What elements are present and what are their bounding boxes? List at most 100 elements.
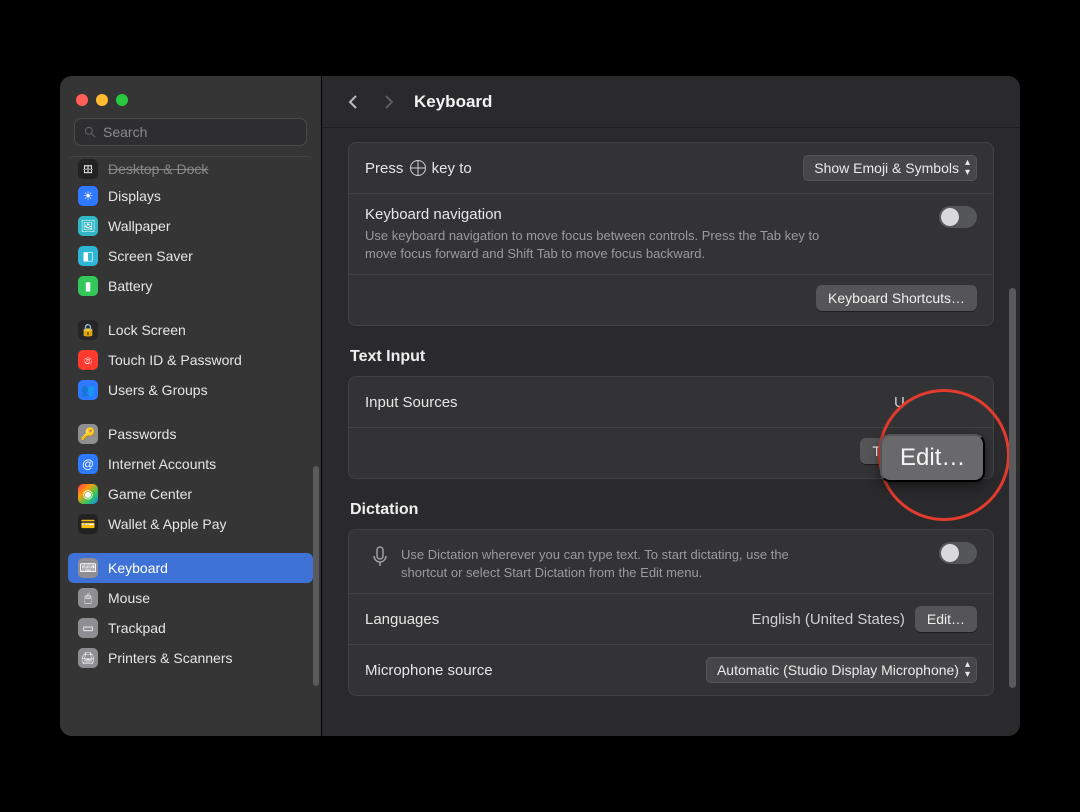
languages-value: English (United States)	[751, 611, 904, 628]
fingerprint-icon: ෧	[78, 350, 98, 370]
sidebar-item-label: Desktop & Dock	[108, 161, 208, 177]
printer-icon: 🖨	[78, 648, 98, 668]
at-icon: @	[78, 454, 98, 474]
sidebar-item-label: Displays	[108, 188, 161, 204]
wallet-icon: 💳	[78, 514, 98, 534]
sidebar-item-label: Users & Groups	[108, 382, 208, 398]
content-scrollbar[interactable]	[1009, 288, 1016, 688]
titlebar: Keyboard	[322, 76, 1020, 128]
main-pane: Keyboard Press key to Show Emoji & Symbo…	[322, 76, 1020, 736]
system-settings-window: ⊞ Desktop & Dock ☀ Displays 🖼 Wallpaper …	[60, 76, 1020, 736]
press-globe-popup[interactable]: Show Emoji & Symbols ▴▾	[803, 155, 977, 181]
languages-label: Languages	[365, 611, 439, 628]
input-sources-value: U	[894, 394, 905, 411]
lock-icon: 🔒	[78, 320, 98, 340]
keyboard-icon: ⌨	[78, 558, 98, 578]
text-input-heading: Text Input	[350, 348, 992, 366]
battery-icon: ▮	[78, 276, 98, 296]
sidebar-item-passwords[interactable]: 🔑 Passwords	[68, 419, 313, 449]
keyboard-nav-row: Keyboard navigation Use keyboard navigat…	[349, 193, 993, 274]
sidebar-item-label: Mouse	[108, 590, 150, 606]
input-sources-label: Input Sources	[365, 394, 458, 411]
mic-source-value: Automatic (Studio Display Microphone)	[717, 662, 959, 678]
updown-icon: ▴▾	[965, 660, 970, 680]
sidebar-item-wallpaper[interactable]: 🖼 Wallpaper	[68, 211, 313, 241]
press-globe-row: Press key to Show Emoji & Symbols ▴▾	[349, 143, 993, 193]
keyboard-top-panel: Press key to Show Emoji & Symbols ▴▾ Key…	[348, 142, 994, 326]
sidebar-item-label: Screen Saver	[108, 248, 193, 264]
press-globe-value: Show Emoji & Symbols	[814, 160, 959, 176]
sidebar-nav: ⊞ Desktop & Dock ☀ Displays 🖼 Wallpaper …	[60, 156, 321, 736]
gamecenter-icon: ◉	[78, 484, 98, 504]
back-button[interactable]	[342, 91, 364, 113]
sidebar-item-screen-saver[interactable]: ◧ Screen Saver	[68, 241, 313, 271]
input-sources-row: Input Sources U Edit…	[349, 377, 993, 427]
keyboard-nav-toggle[interactable]	[939, 206, 977, 228]
dictation-heading: Dictation	[350, 501, 992, 519]
sidebar-item-lock-screen[interactable]: 🔒 Lock Screen	[68, 315, 313, 345]
sidebar-item-desktop-dock[interactable]: ⊞ Desktop & Dock	[68, 156, 313, 181]
sidebar-item-label: Passwords	[108, 426, 176, 442]
window-controls	[60, 76, 321, 118]
sidebar-item-label: Keyboard	[108, 560, 168, 576]
key-icon: 🔑	[78, 424, 98, 444]
sidebar-item-displays[interactable]: ☀ Displays	[68, 181, 313, 211]
input-sources-edit-button-highlight[interactable]: Edit…	[880, 434, 985, 482]
sidebar-item-label: Game Center	[108, 486, 192, 502]
sidebar-scrollbar[interactable]	[313, 466, 319, 686]
sidebar-item-battery[interactable]: ▮ Battery	[68, 271, 313, 301]
keyboard-shortcuts-row: Keyboard Shortcuts…	[349, 274, 993, 325]
sidebar-item-internet-accounts[interactable]: @ Internet Accounts	[68, 449, 313, 479]
chevron-left-icon	[347, 94, 359, 110]
mic-source-label: Microphone source	[365, 662, 493, 679]
press-globe-label: Press key to	[365, 160, 472, 177]
trackpad-icon: ▭	[78, 618, 98, 638]
forward-button[interactable]	[378, 91, 400, 113]
display-icon: ☀	[78, 186, 98, 206]
updown-icon: ▴▾	[965, 158, 970, 178]
sidebar-item-label: Wallpaper	[108, 218, 171, 234]
dictation-panel: Use Dictation wherever you can type text…	[348, 529, 994, 696]
sidebar-item-mouse[interactable]: 🖱 Mouse	[68, 583, 313, 613]
keyboard-nav-title: Keyboard navigation	[365, 206, 845, 223]
sidebar-item-wallet[interactable]: 💳 Wallet & Apple Pay	[68, 509, 313, 539]
mic-source-row: Microphone source Automatic (Studio Disp…	[349, 644, 993, 695]
sidebar-item-game-center[interactable]: ◉ Game Center	[68, 479, 313, 509]
mic-source-popup[interactable]: Automatic (Studio Display Microphone) ▴▾	[706, 657, 977, 683]
close-button[interactable]	[76, 94, 88, 106]
languages-edit-button[interactable]: Edit…	[915, 606, 977, 632]
sidebar-item-printers[interactable]: 🖨 Printers & Scanners	[68, 643, 313, 673]
mouse-icon: 🖱	[78, 588, 98, 608]
users-icon: 👥	[78, 380, 98, 400]
minimize-button[interactable]	[96, 94, 108, 106]
dictation-desc-row: Use Dictation wherever you can type text…	[349, 530, 993, 593]
sidebar: ⊞ Desktop & Dock ☀ Displays 🖼 Wallpaper …	[60, 76, 322, 736]
sidebar-item-label: Internet Accounts	[108, 456, 216, 472]
languages-row: Languages English (United States) Edit…	[349, 593, 993, 644]
wallpaper-icon: 🖼	[78, 216, 98, 236]
sidebar-item-touch-id[interactable]: ෧ Touch ID & Password	[68, 345, 313, 375]
sidebar-item-label: Printers & Scanners	[108, 650, 233, 666]
keyboard-nav-desc: Use keyboard navigation to move focus be…	[365, 227, 845, 262]
content: Press key to Show Emoji & Symbols ▴▾ Key…	[322, 128, 1020, 736]
dock-icon: ⊞	[78, 159, 98, 179]
sidebar-item-label: Lock Screen	[108, 322, 186, 338]
microphone-icon	[365, 542, 395, 572]
sidebar-item-label: Trackpad	[108, 620, 166, 636]
sidebar-item-label: Touch ID & Password	[108, 352, 242, 368]
chevron-right-icon	[383, 94, 395, 110]
sidebar-item-label: Battery	[108, 278, 152, 294]
sidebar-item-users-groups[interactable]: 👥 Users & Groups	[68, 375, 313, 405]
zoom-button[interactable]	[116, 94, 128, 106]
sidebar-item-label: Wallet & Apple Pay	[108, 516, 227, 532]
dictation-toggle[interactable]	[939, 542, 977, 564]
page-title: Keyboard	[414, 92, 492, 112]
keyboard-shortcuts-button[interactable]: Keyboard Shortcuts…	[816, 285, 977, 311]
search-icon	[83, 125, 97, 139]
search-input[interactable]	[103, 124, 298, 140]
screensaver-icon: ◧	[78, 246, 98, 266]
globe-icon	[410, 160, 426, 176]
sidebar-item-trackpad[interactable]: ▭ Trackpad	[68, 613, 313, 643]
sidebar-item-keyboard[interactable]: ⌨ Keyboard	[68, 553, 313, 583]
search-field[interactable]	[74, 118, 307, 146]
